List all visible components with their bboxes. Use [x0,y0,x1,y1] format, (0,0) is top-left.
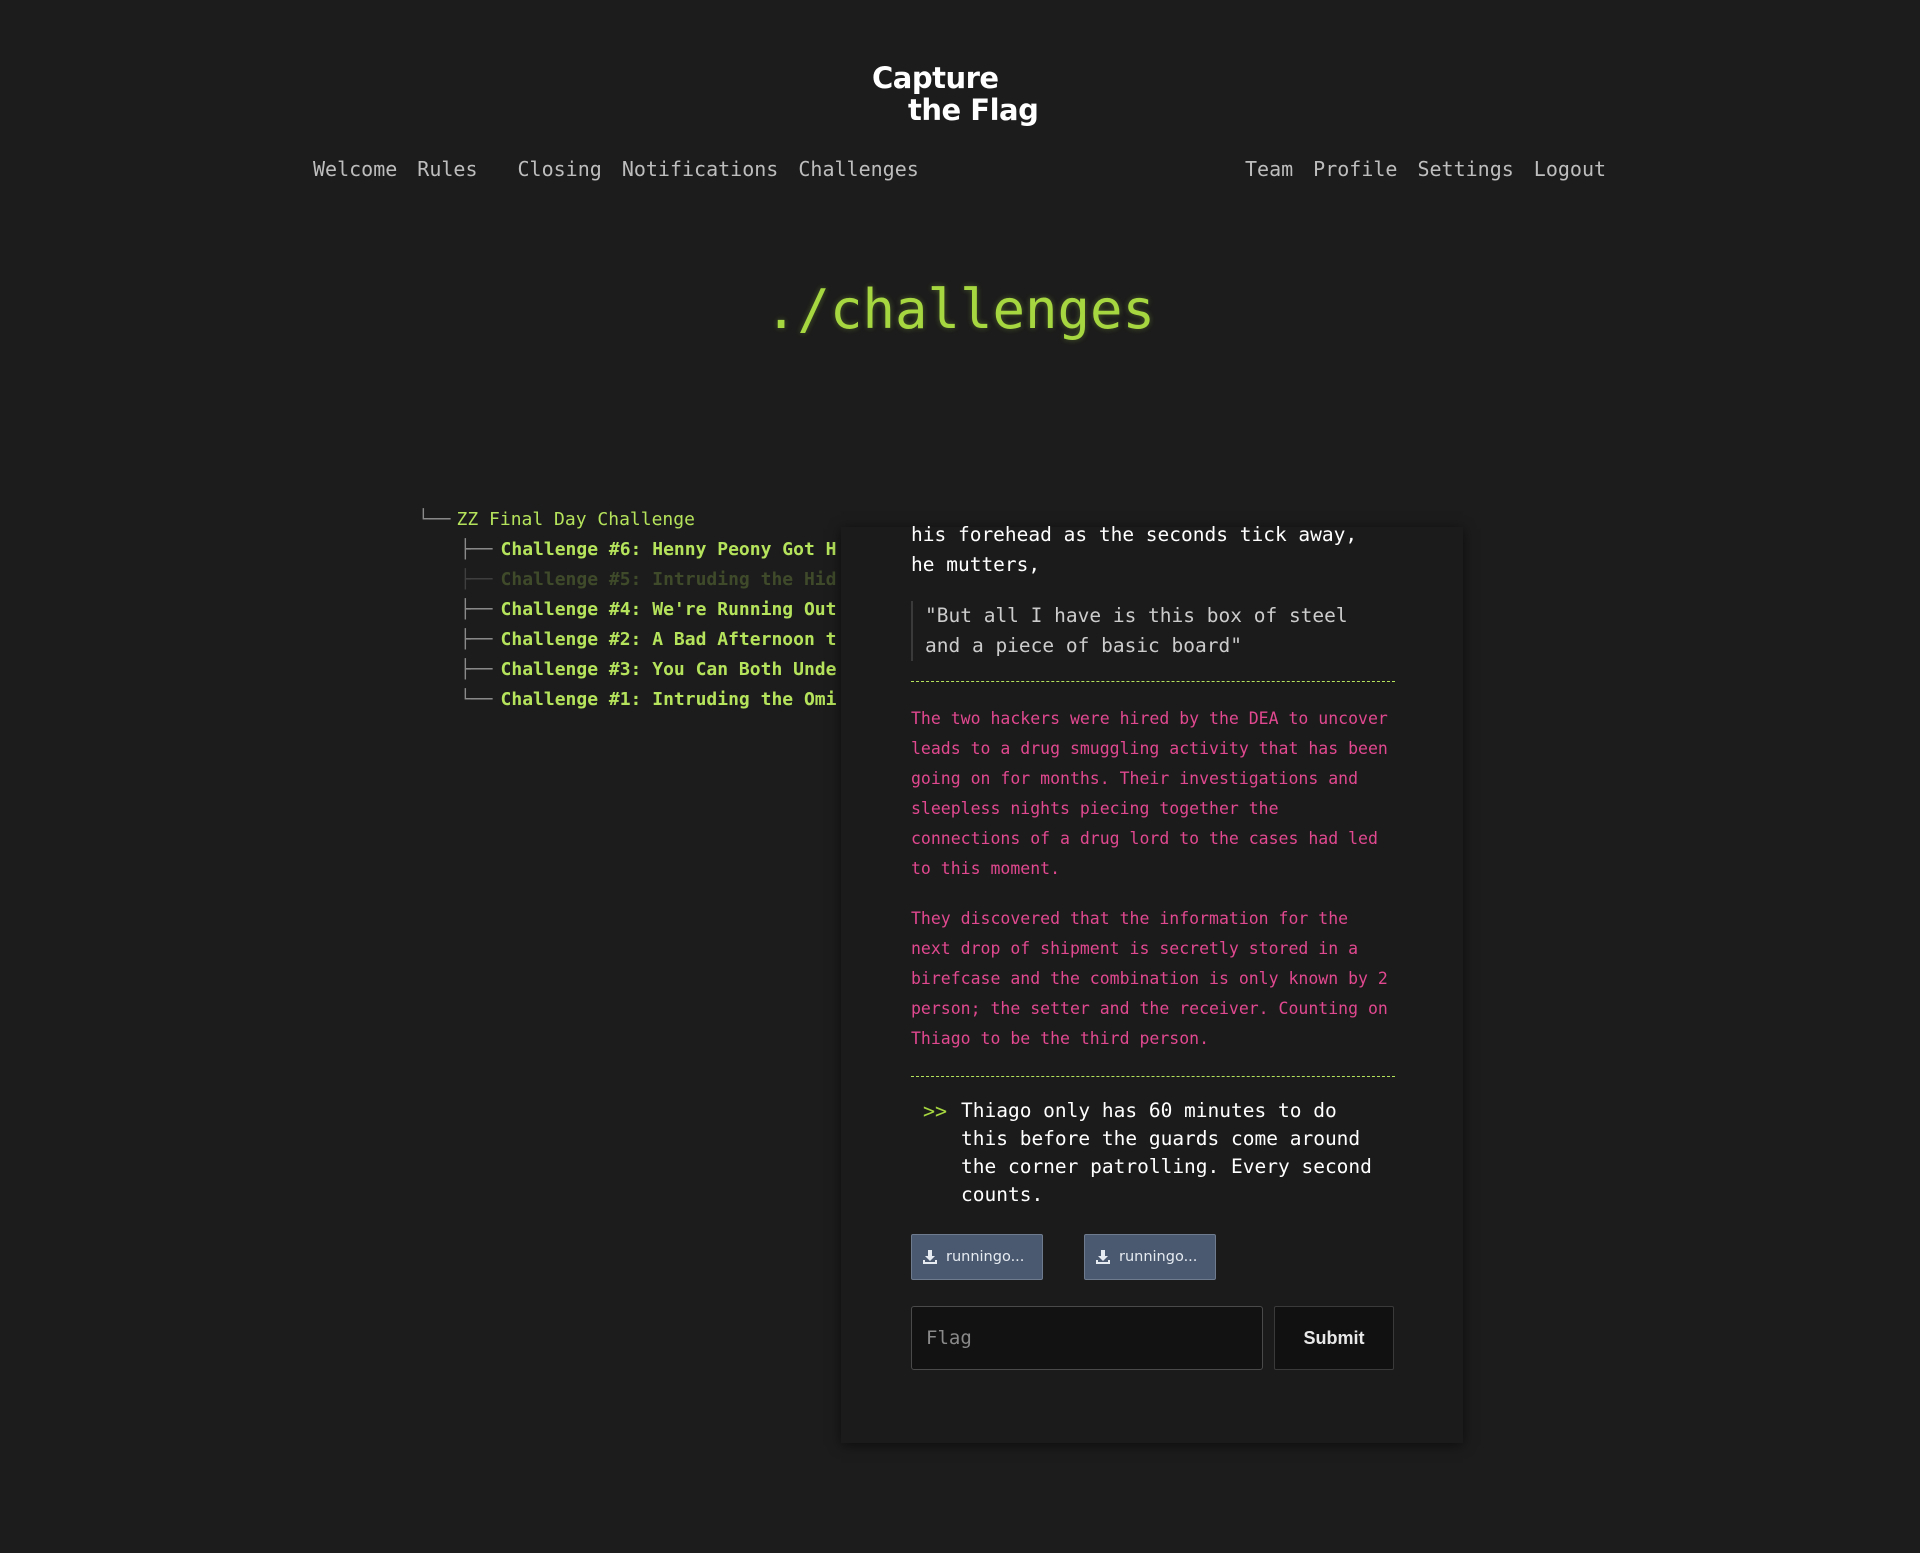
tree-challenge-label: Challenge #5: Intruding the Hid [500,569,837,590]
download-file-button-1[interactable]: runningo... [911,1234,1043,1280]
tree-glyph: └── [418,509,451,530]
tree-challenge-6[interactable]: ├── Challenge #6: Henny Peony Got H [418,535,842,565]
tree-challenge-label: Challenge #6: Henny Peony Got H [500,539,837,560]
tree-glyph: ├── [460,539,493,560]
logo-line-2: the Flag [908,93,1039,127]
tree-glyph: ├── [460,659,493,680]
tree-glyph: ├── [460,569,493,590]
tree-glyph: └── [460,689,493,710]
story-intro-line-1: his forehead as the seconds tick away, [911,523,1358,546]
nav-link-settings[interactable]: Settings [1417,154,1513,184]
tree-challenge-label: Challenge #4: We're Running Out [500,599,837,620]
download-icon [923,1250,937,1264]
tree-glyph: ├── [460,629,493,650]
nav-left: Welcome Rules Closing Notifications Chal… [313,154,919,184]
tree-category-label: ZZ Final Day Challenge [456,509,695,530]
tree-challenge-4[interactable]: ├── Challenge #4: We're Running Out [418,595,842,625]
tree-challenge-label: Challenge #2: A Bad Afternoon t [500,629,837,650]
file-name: runningo... [1119,1249,1198,1265]
nav-link-welcome[interactable]: Welcome [313,154,397,184]
nav-link-logout[interactable]: Logout [1534,154,1606,184]
logo-line-1: Capture [872,61,999,95]
submit-button[interactable]: Submit [1274,1306,1394,1370]
nav-link-closing[interactable]: Closing [518,154,602,184]
challenge-detail-content: his forehead as the seconds tick away, h… [911,523,1395,1370]
page-title: ./challenges [764,278,1156,341]
tree-challenge-1[interactable]: └── Challenge #1: Intruding the Omi [418,685,842,715]
flag-submit-form: Submit [911,1306,1395,1370]
nav-link-rules[interactable]: Rules [417,154,477,184]
callout-text: Thiago only has 60 minutes to do this be… [961,1099,1372,1206]
tree-challenge-3[interactable]: ├── Challenge #3: You Can Both Unde [418,655,842,685]
nav-link-profile[interactable]: Profile [1313,154,1397,184]
story-intro-line-2: he mutters, [911,553,1041,576]
nav-link-challenges[interactable]: Challenges [798,154,918,184]
tree-challenge-label: Challenge #3: You Can Both Unde [500,659,837,680]
nav-right: Team Profile Settings Logout [1245,154,1606,184]
tree-challenge-2[interactable]: ├── Challenge #2: A Bad Afternoon t [418,625,842,655]
flag-input[interactable] [911,1306,1263,1370]
mission-callout: >> Thiago only has 60 minutes to do this… [911,1097,1395,1209]
story-intro: his forehead as the seconds tick away, h… [911,520,1395,580]
download-file-button-2[interactable]: runningo... [1084,1234,1216,1280]
challenge-tree: └── ZZ Final Day Challenge ├── Challenge #… [418,505,842,715]
site-logo[interactable]: Capture the Flag [872,62,1052,126]
story-quote-line-2: and a piece of basic board" [925,634,1242,657]
download-icon [1096,1250,1110,1264]
tree-category-row[interactable]: └── ZZ Final Day Challenge [418,505,842,535]
story-paragraph-1: The two hackers were hired by the DEA to… [911,709,1388,878]
story-paragraph-2: They discovered that the information for… [911,909,1388,1048]
nav-link-team[interactable]: Team [1245,154,1293,184]
file-name: runningo... [946,1249,1025,1265]
story-quote: "But all I have is this box of steel and… [911,601,1395,661]
section-divider [911,1076,1395,1077]
attachment-list: runningo... runningo... [911,1234,1395,1280]
callout-marker: >> [923,1099,948,1123]
nav-link-notifications[interactable]: Notifications [622,154,779,184]
story-quote-line-1: "But all I have is this box of steel [925,604,1348,627]
tree-challenge-label: Challenge #1: Intruding the Omi [500,689,837,710]
challenge-detail-panel: his forehead as the seconds tick away, h… [841,523,1463,1443]
section-divider [911,681,1395,682]
tree-challenge-5[interactable]: ├── Challenge #5: Intruding the Hid [418,565,842,595]
tree-glyph: ├── [460,599,493,620]
